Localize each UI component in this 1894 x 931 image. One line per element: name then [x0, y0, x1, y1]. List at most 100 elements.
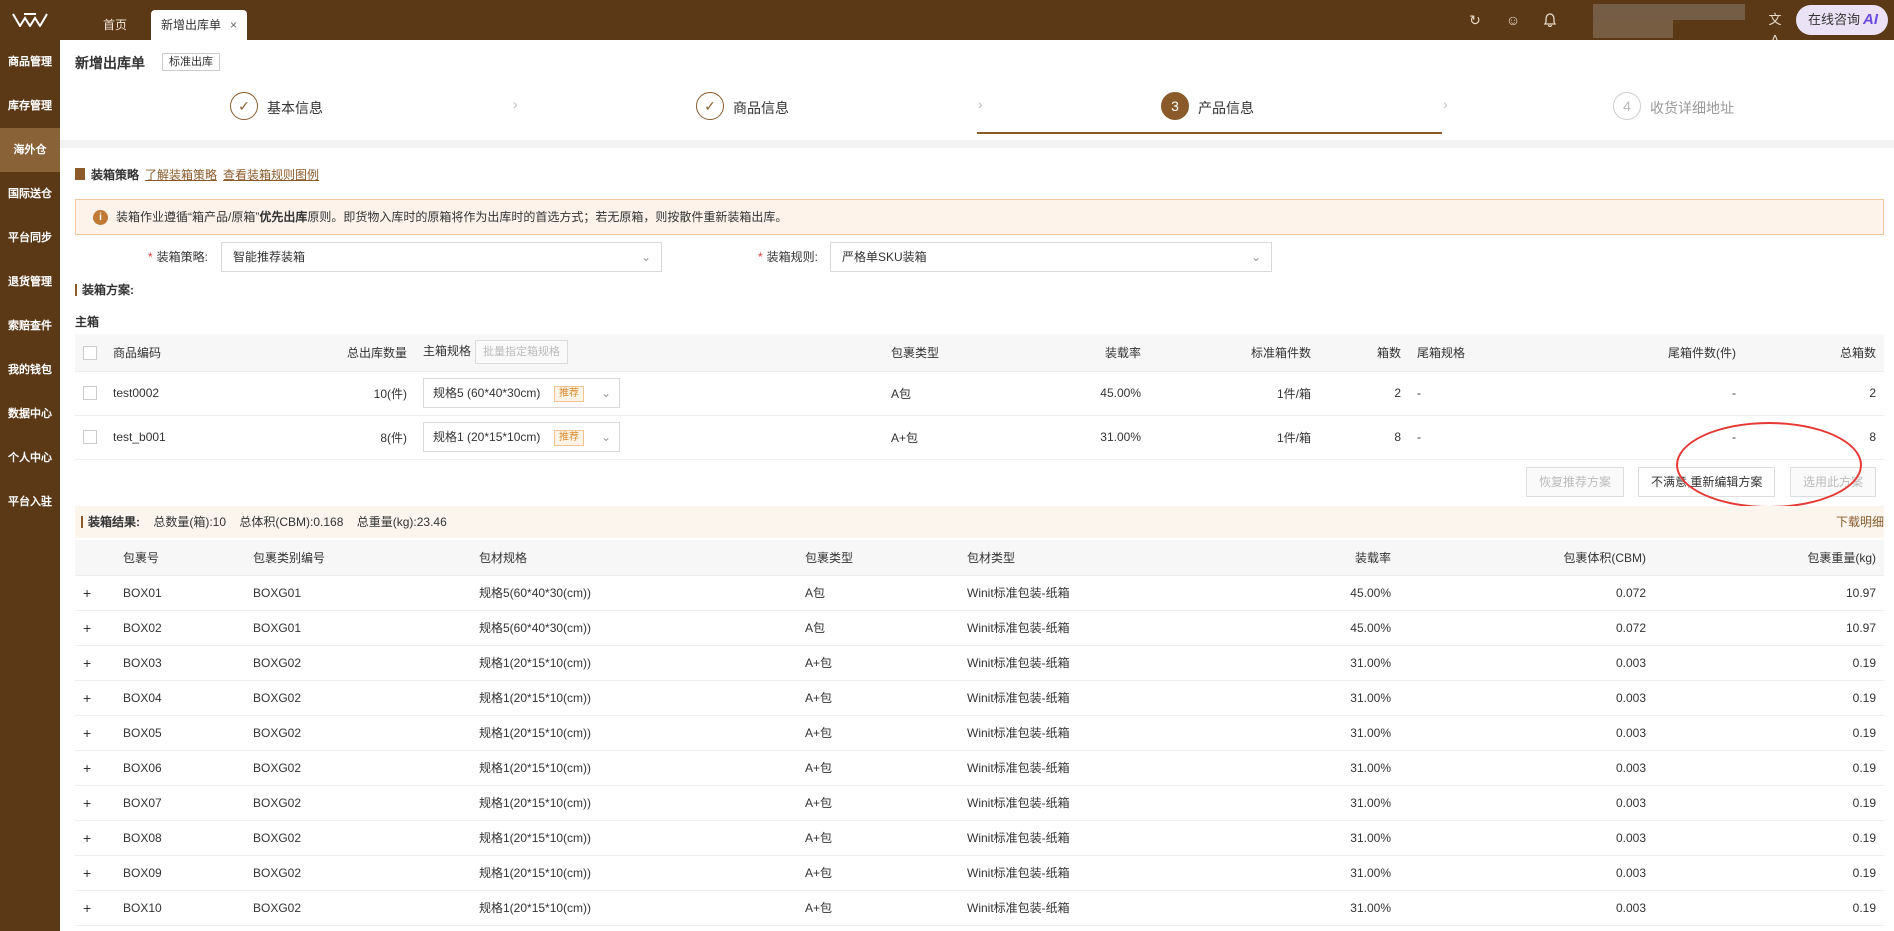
cell-vol: 0.003: [1399, 820, 1654, 856]
tab-new-outbound[interactable]: 新增出库单 ×: [151, 10, 247, 40]
col-vol: 包裹体积(CBM): [1399, 540, 1654, 576]
cell-vol: 0.003: [1399, 890, 1654, 926]
user-info-blur-2: [1593, 20, 1673, 38]
cell-cat: BOXG01: [245, 610, 471, 646]
cell-qty: 10(件): [245, 371, 415, 416]
row-checkbox[interactable]: [83, 430, 97, 445]
expand-plus-icon[interactable]: +: [83, 900, 91, 916]
sidebar-item-profile[interactable]: 个人中心: [0, 436, 60, 480]
col-total: 总箱数: [1744, 334, 1884, 372]
expand-plus-icon[interactable]: +: [83, 655, 91, 671]
view-rules-link[interactable]: 查看装箱规则图例: [223, 168, 319, 182]
cell-vol: 0.072: [1399, 610, 1654, 646]
packing-strategy-select[interactable]: 智能推荐装箱 ⌄: [221, 242, 662, 272]
packing-rule-select[interactable]: 严格单SKU装箱 ⌄: [830, 242, 1272, 272]
chevron-down-icon: ⌄: [640, 250, 651, 264]
smile-icon[interactable]: ☺: [1503, 10, 1523, 30]
cell-pkg: A包: [797, 610, 959, 646]
row-checkbox[interactable]: [83, 386, 97, 401]
select-all-checkbox[interactable]: [83, 345, 97, 360]
cell-spec: 规格1(20*15*10(cm)): [471, 820, 797, 856]
box-spec-select[interactable]: 规格1 (20*15*10cm) 推荐 ⌄: [423, 422, 620, 452]
cell-cat: BOXG01: [245, 575, 471, 611]
cell-spec: 规格5(60*40*30(cm)): [471, 575, 797, 611]
sidebar-item-products[interactable]: 商品管理: [0, 40, 60, 84]
cell-mat: Winit标准包装-纸箱: [959, 610, 1269, 646]
step-number: 4: [1613, 92, 1641, 120]
col-pkg: 包裹类型: [797, 540, 959, 576]
packing-strategy-label: * 装箱策略:: [148, 250, 209, 264]
col-std: 标准箱件数: [1149, 334, 1319, 372]
logo-icon[interactable]: [0, 0, 60, 40]
cell-mat: Winit标准包装-纸箱: [959, 645, 1269, 681]
cell-wt: 10.97: [1654, 610, 1884, 646]
cell-mat: Winit标准包装-纸箱: [959, 750, 1269, 786]
table-row: + BOX10 BOXG02 规格1(20*15*10(cm)) A+包 Winit标准包…: [75, 890, 1884, 926]
page-title: 新增出库单: [75, 55, 145, 71]
cell-boxes: 8: [1319, 415, 1409, 460]
cell-cat: BOXG02: [245, 680, 471, 716]
cell-pkg: A+包: [797, 855, 959, 891]
expand-plus-icon[interactable]: +: [83, 865, 91, 881]
cell-wt: 0.19: [1654, 820, 1884, 856]
table-row: test_b001 8(件) 规格1 (20*15*10cm) 推荐 ⌄ A+包 3…: [75, 415, 1884, 460]
col-rate: 装载率: [1023, 334, 1149, 372]
restore-recommended-button[interactable]: 恢复推荐方案: [1526, 467, 1625, 497]
sidebar-item-platform-sync[interactable]: 平台同步: [0, 216, 60, 260]
tab-home[interactable]: 首页: [80, 10, 150, 40]
cell-spec: 规格1(20*15*10(cm)): [471, 890, 797, 926]
sidebar-item-data-center[interactable]: 数据中心: [0, 392, 60, 436]
expand-plus-icon[interactable]: +: [83, 795, 91, 811]
col-tailqty: 尾箱件数(件): [1549, 334, 1744, 372]
online-consult-button[interactable]: 在线咨询 AI: [1796, 5, 1888, 35]
cell-rate: 31.00%: [1269, 855, 1399, 891]
tab-label: 新增出库单: [161, 18, 222, 32]
sidebar-item-claims[interactable]: 索赔查件: [0, 304, 60, 348]
cell-mat: Winit标准包装-纸箱: [959, 575, 1269, 611]
expand-plus-icon[interactable]: +: [83, 585, 91, 601]
sidebar-item-platform-join[interactable]: 平台入驻: [0, 480, 60, 524]
cell-rate: 45.00%: [1269, 610, 1399, 646]
cell-box: BOX03: [115, 645, 245, 681]
expand-plus-icon[interactable]: +: [83, 690, 91, 706]
expand-plus-icon[interactable]: +: [83, 620, 91, 636]
divider: [60, 140, 1894, 148]
expand-plus-icon[interactable]: +: [83, 830, 91, 846]
download-detail-link[interactable]: 下载明细: [1836, 506, 1884, 538]
box-spec-select[interactable]: 规格5 (60*40*30cm) 推荐 ⌄: [423, 378, 620, 408]
user-info-blur: [1593, 4, 1745, 20]
expand-plus-icon[interactable]: +: [83, 760, 91, 776]
translate-icon[interactable]: 文A: [1765, 10, 1785, 47]
sidebar-item-returns[interactable]: 退货管理: [0, 260, 60, 304]
consult-label: 在线咨询: [1808, 12, 1861, 27]
sidebar-item-international[interactable]: 国际送仓: [0, 172, 60, 216]
page-header: 新增出库单 标准出库: [60, 40, 1894, 82]
step-number: 3: [1161, 92, 1189, 120]
cell-wt: 0.19: [1654, 785, 1884, 821]
stepper: ✓ 基本信息 › ✓ 商品信息 › 3 产品信息 › 4 收货详细地址: [60, 82, 1894, 176]
check-icon: ✓: [230, 92, 258, 120]
batch-spec-button[interactable]: 批量指定箱规格: [475, 340, 569, 365]
col-rate: 装载率: [1269, 540, 1399, 576]
learn-strategy-link[interactable]: 了解装箱策略: [145, 168, 217, 182]
recommended-tag: 推荐: [554, 430, 584, 446]
cell-spec: 规格5(60*40*30(cm)): [471, 610, 797, 646]
col-cat: 包裹类别编号: [245, 540, 471, 576]
cell-pkg: A+包: [797, 750, 959, 786]
expand-plus-icon[interactable]: +: [83, 725, 91, 741]
cell-qty: 8(件): [245, 415, 415, 460]
refresh-icon[interactable]: ↻: [1465, 10, 1485, 30]
sidebar-item-overseas-warehouse[interactable]: 海外仓: [0, 128, 60, 172]
chevron-down-icon: ⌄: [600, 386, 611, 400]
cell-wt: 0.19: [1654, 715, 1884, 751]
cell-spec: 规格1(20*15*10(cm)): [471, 680, 797, 716]
cell-mat: Winit标准包装-纸箱: [959, 890, 1269, 926]
cell-rate: 45.00%: [1023, 371, 1149, 416]
sidebar-item-wallet[interactable]: 我的钱包: [0, 348, 60, 392]
sidebar-item-inventory[interactable]: 库存管理: [0, 84, 60, 128]
cell-boxes: 2: [1319, 371, 1409, 416]
close-icon[interactable]: ×: [230, 10, 237, 40]
alert-text-pre: 装箱作业遵循“箱产品/原箱”: [116, 210, 260, 224]
bell-icon[interactable]: [1540, 10, 1560, 30]
cell-rate: 31.00%: [1269, 820, 1399, 856]
